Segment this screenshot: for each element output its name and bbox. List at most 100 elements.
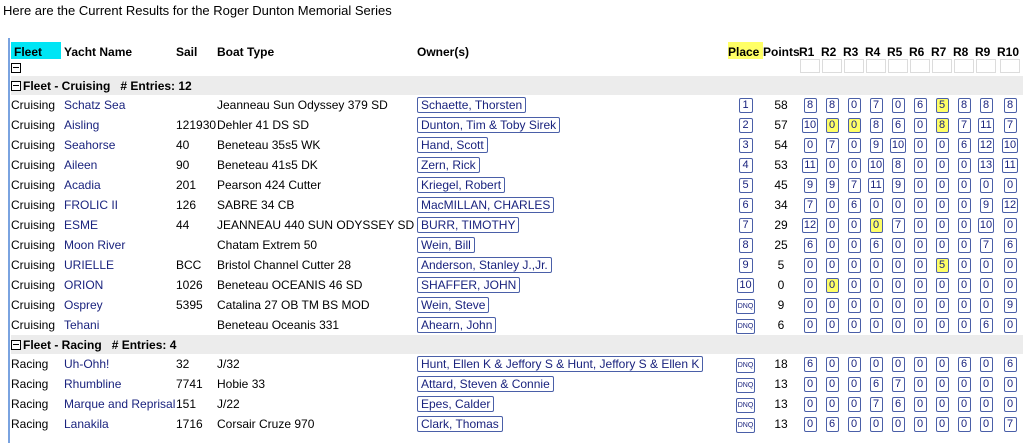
yacht-name-link[interactable]: Uh-Ohh! [64,357,109,371]
race-score-box[interactable]: 10 [867,158,885,173]
race-score-box[interactable]: 0 [1003,258,1017,273]
yacht-name-link[interactable]: ESME [64,218,98,232]
race-score-box[interactable]: 0 [847,357,861,372]
race-score-box[interactable]: 0 [913,138,927,153]
type-column-header[interactable]: Boat Type [217,42,417,59]
race-score-box[interactable]: 0 [891,357,905,372]
place-badge[interactable]: DNQ [735,357,756,373]
race-filter-box[interactable] [976,59,996,73]
race-score-box[interactable]: 6 [803,357,817,372]
race-score-box[interactable]: 0 [803,397,817,412]
race-score-box[interactable]: 7 [957,118,971,133]
race-score-box[interactable]: 11 [802,158,818,173]
yacht-name-link[interactable]: Aileen [64,158,97,172]
race-score-box[interactable]: 0 [825,377,839,392]
race-score-box[interactable]: 0 [957,318,971,333]
race-score-box[interactable]: 0 [847,218,861,233]
race-score-box[interactable]: 0 [957,298,971,313]
owner-link[interactable]: Wein, Bill [417,237,475,253]
race-score-box[interactable]: 0 [891,258,905,273]
place-badge[interactable]: 5 [738,178,753,193]
owner-link[interactable]: Dunton, Tim & Toby Sirek [417,117,561,133]
race-score-box[interactable]: 0 [869,298,883,313]
race-score-box[interactable]: 0 [913,377,927,392]
race-score-box[interactable]: 11 [868,178,884,193]
fleet-column-header[interactable]: Fleet [11,42,61,59]
owner-link[interactable]: Zern, Rick [417,157,480,173]
race-score-box[interactable]: 11 [978,118,994,133]
race-score-box[interactable]: 0 [869,357,883,372]
race-score-box[interactable]: 9 [1003,298,1017,313]
race-column-header[interactable]: R7 [931,42,953,59]
owner-link[interactable]: Hand, Scott [417,137,488,153]
race-score-box[interactable]: 0 [957,258,971,273]
race-score-box[interactable]: 0 [803,278,817,293]
race-score-box[interactable]: 0 [913,298,927,313]
race-score-box[interactable]: 0 [979,417,993,432]
owner-link[interactable]: Ahearn, John [417,317,497,333]
yacht-name-link[interactable]: Seahorse [64,138,115,152]
race-score-box[interactable]: 0 [847,138,861,153]
race-column-header[interactable]: R10 [997,42,1023,59]
race-score-box[interactable]: 7 [869,397,883,412]
race-score-box[interactable]: 7 [979,238,993,253]
race-score-box[interactable]: 0 [935,138,949,153]
yacht-name-link[interactable]: Tehani [64,318,99,332]
place-badge[interactable]: DNQ [735,318,756,334]
race-score-box[interactable]: 7 [1003,417,1017,432]
race-score-box[interactable]: 0 [825,318,839,333]
race-score-box[interactable]: 6 [1003,238,1017,253]
race-score-box[interactable]: 0 [935,278,949,293]
race-score-box[interactable]: 0 [913,218,927,233]
race-score-box[interactable]: 0 [913,158,927,173]
yacht-name-link[interactable]: ORION [64,278,103,292]
race-score-box[interactable]: 0 [803,138,817,153]
race-score-box[interactable]: 0 [957,397,971,412]
owner-link[interactable]: Wein, Steve [417,297,490,313]
owner-link[interactable]: Hunt, Ellen K & Jeffory S & Hunt, Jeffor… [417,356,704,372]
race-score-box[interactable]: 8 [1003,98,1017,113]
race-score-box[interactable]: 0 [847,397,861,412]
race-score-box[interactable]: 6 [957,357,971,372]
collapse-all-icon[interactable] [11,63,21,74]
place-badge[interactable]: DNQ [735,298,756,314]
race-score-box[interactable]: 0 [957,417,971,432]
race-score-box[interactable]: 13 [977,158,995,173]
race-score-box[interactable]: 0 [913,178,927,193]
race-score-box[interactable]: 0 [825,278,839,293]
race-score-box[interactable]: 6 [891,397,905,412]
race-column-header[interactable]: R3 [843,42,865,59]
place-badge[interactable]: DNQ [735,397,756,413]
place-badge[interactable]: 3 [738,138,753,153]
race-score-box[interactable]: 0 [803,298,817,313]
race-score-box[interactable]: 0 [869,417,883,432]
race-filter-box[interactable] [866,59,886,73]
owner-link[interactable]: Anderson, Stanley J.,Jr. [417,257,552,273]
race-score-box[interactable]: 0 [957,218,971,233]
race-score-box[interactable]: 5 [935,258,949,273]
race-score-box[interactable]: 6 [891,118,905,133]
race-score-box[interactable]: 0 [935,417,949,432]
race-filter-box[interactable] [954,59,974,73]
owner-link[interactable]: SHAFFER, JOHN [417,277,521,293]
sail-column-header[interactable]: Sail [176,42,217,59]
race-score-box[interactable]: 12 [801,218,819,233]
race-score-box[interactable]: 6 [957,138,971,153]
race-score-box[interactable]: 0 [847,417,861,432]
race-score-box[interactable]: 0 [891,238,905,253]
race-column-header[interactable]: R4 [865,42,887,59]
place-badge[interactable]: 8 [738,238,753,253]
race-score-box[interactable]: 0 [935,298,949,313]
race-score-box[interactable]: 0 [1003,377,1017,392]
collapse-group-icon[interactable] [11,340,21,351]
race-score-box[interactable]: 0 [979,258,993,273]
owner-link[interactable]: Attard, Steven & Connie [417,376,554,392]
race-score-box[interactable]: 0 [803,318,817,333]
race-score-box[interactable]: 7 [869,98,883,113]
owner-link[interactable]: MacMILLAN, CHARLES [417,197,555,213]
race-score-box[interactable]: 0 [935,318,949,333]
race-score-box[interactable]: 0 [847,118,861,133]
race-column-header[interactable]: R2 [821,42,843,59]
race-score-box[interactable]: 0 [979,397,993,412]
race-score-box[interactable]: 0 [979,178,993,193]
